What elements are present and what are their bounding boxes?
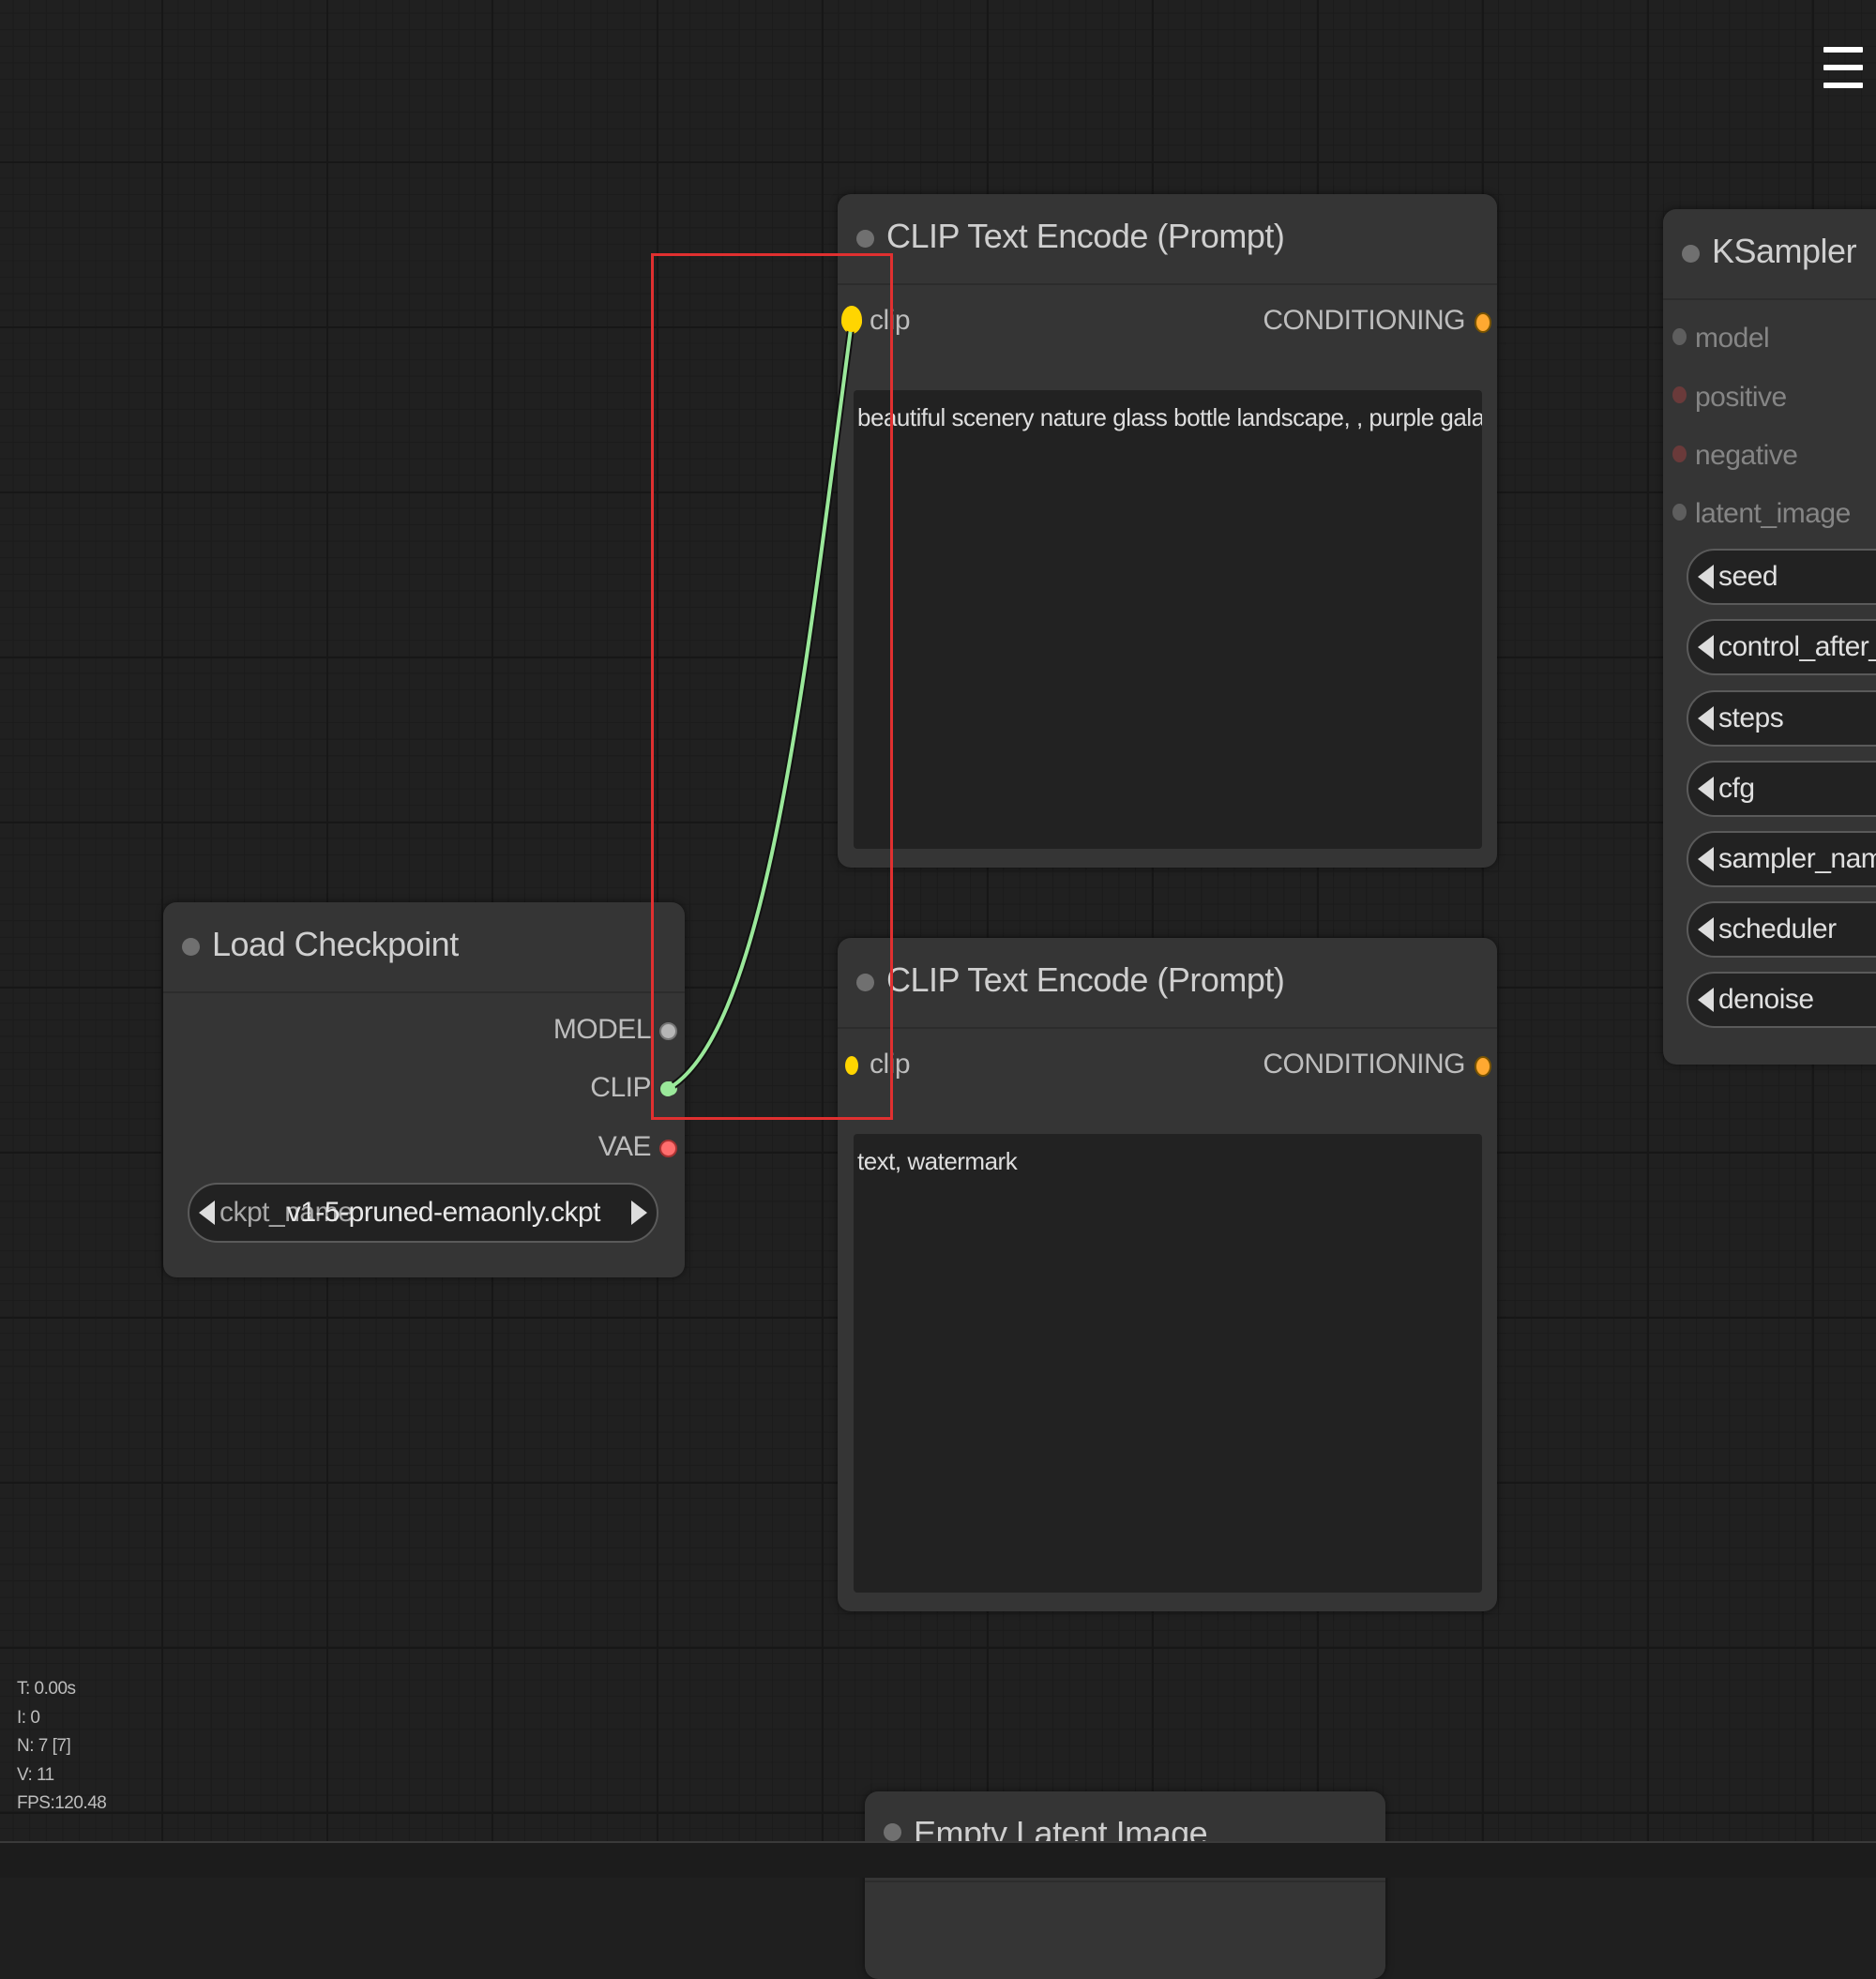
link-start-clip-dot[interactable] <box>660 1081 675 1096</box>
link-layer <box>660 311 862 1096</box>
stat-time: T: 0.00s <box>17 1679 76 1699</box>
stats-overlay: T: 0.00s I: 0 N: 7 [7] V: 11 FPS:120.48 <box>17 1675 107 1819</box>
stat-iterations: I: 0 <box>17 1707 40 1728</box>
link-end-clip-dot[interactable] <box>841 311 862 332</box>
clip-link-shadow <box>666 321 855 1093</box>
stat-nodes: N: 7 [7] <box>17 1736 71 1756</box>
stat-fps: FPS:120.48 <box>17 1793 107 1813</box>
stat-vertices: V: 11 <box>17 1764 54 1785</box>
clip-link[interactable] <box>667 321 854 1091</box>
